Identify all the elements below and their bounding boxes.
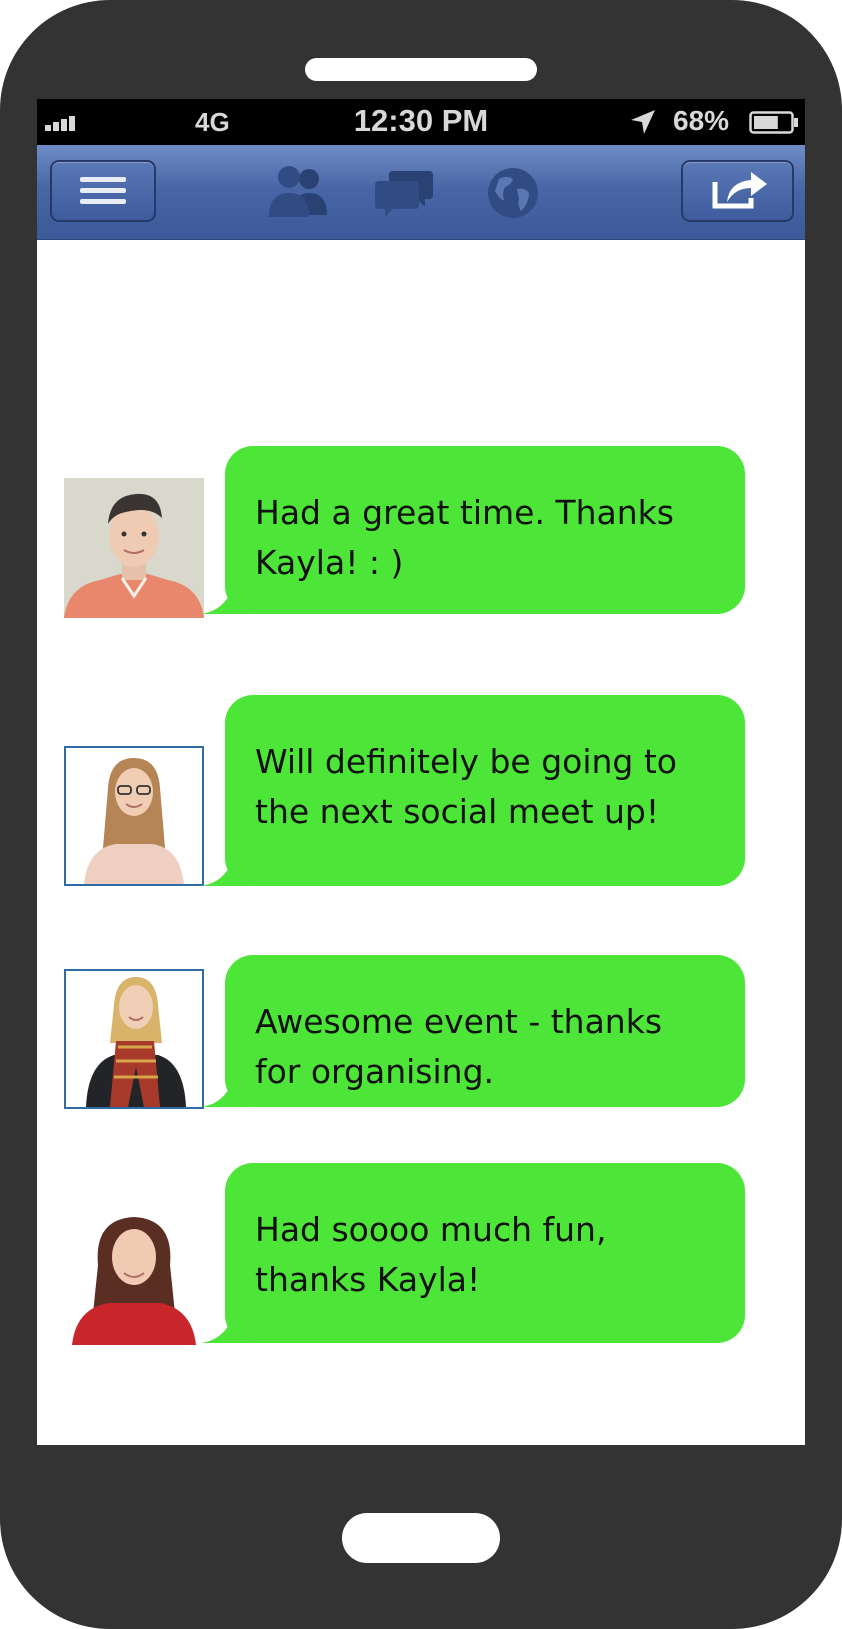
facebook-nav-bar — [37, 145, 805, 240]
message-bubble: Awesome event - thanks for organising. — [225, 955, 745, 1107]
share-button[interactable] — [681, 160, 794, 222]
avatar — [64, 969, 204, 1109]
globe-icon[interactable] — [485, 165, 541, 221]
message-text: Had soooo much fun, thanks Kayla! — [255, 1210, 607, 1299]
message-item: Had soooo much fun, thanks Kayla! — [37, 1163, 805, 1345]
message-text: Awesome event - thanks for organising. — [255, 1002, 663, 1091]
messages-icon[interactable] — [375, 165, 435, 221]
home-button[interactable] — [342, 1513, 500, 1563]
avatar — [64, 478, 204, 618]
avatar — [64, 1205, 204, 1345]
status-bar: 4G 12:30 PM 68% — [37, 99, 805, 145]
phone-speaker — [305, 58, 537, 81]
message-bubble: Had a great time. Thanks Kayla! : ) — [225, 446, 745, 614]
menu-icon — [80, 177, 126, 204]
message-item: Awesome event - thanks for organising. — [37, 955, 805, 1109]
message-bubble: Had soooo much fun, thanks Kayla! — [225, 1163, 745, 1343]
location-arrow-icon — [629, 108, 657, 136]
phone-frame: 4G 12:30 PM 68% Had a great time. Thanks… — [0, 0, 842, 1629]
message-text: Will definitely be going to the next soc… — [255, 742, 677, 831]
friends-icon[interactable] — [265, 165, 331, 221]
message-item: Had a great time. Thanks Kayla! : ) — [37, 446, 805, 618]
menu-button[interactable] — [50, 160, 156, 222]
message-bubble: Will definitely be going to the next soc… — [225, 695, 745, 886]
avatar — [64, 746, 204, 886]
phone-screen: 4G 12:30 PM 68% Had a great time. Thanks… — [37, 99, 805, 1445]
battery-icon — [749, 111, 799, 134]
message-item: Will definitely be going to the next soc… — [37, 695, 805, 888]
message-text: Had a great time. Thanks Kayla! : ) — [255, 493, 674, 582]
battery-percentage: 68% — [673, 105, 730, 136]
share-icon — [712, 172, 767, 209]
